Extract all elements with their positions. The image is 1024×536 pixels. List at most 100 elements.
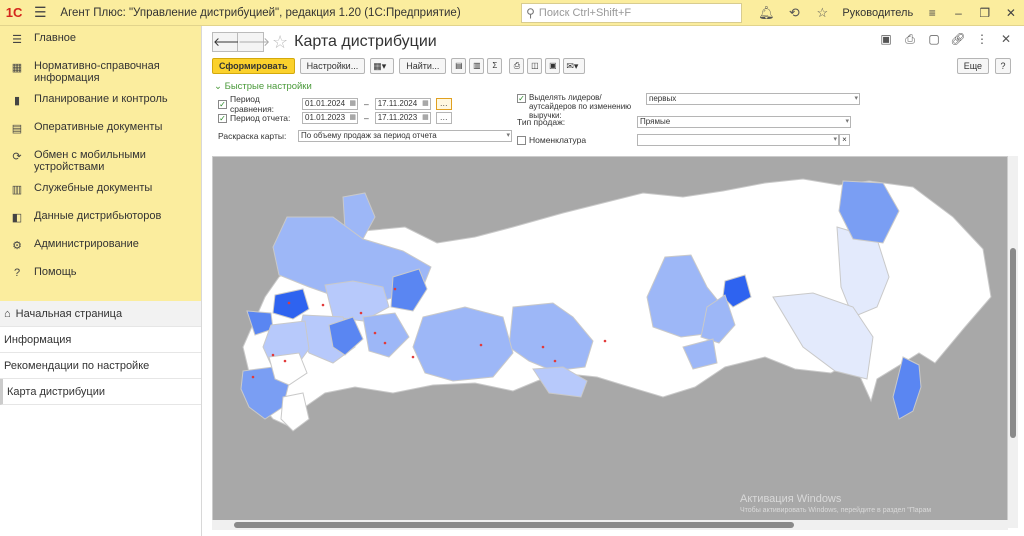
map-marker[interactable]: [287, 301, 291, 305]
map-marker[interactable]: [251, 375, 255, 379]
form-report-button[interactable]: Сформировать: [212, 58, 295, 74]
map-marker[interactable]: [373, 331, 377, 335]
highlight-select[interactable]: первых ▾: [646, 93, 860, 105]
favorite-star-icon[interactable]: ☆: [272, 32, 288, 53]
sum-icon[interactable]: Σ: [487, 58, 503, 74]
scroll-thumb[interactable]: [1010, 248, 1016, 438]
map-marker[interactable]: [411, 355, 415, 359]
nomenclature-field[interactable]: ▾: [637, 134, 839, 146]
distributors-icon: ◧: [11, 212, 23, 224]
close-form-icon[interactable]: ✕: [994, 32, 1018, 47]
section-operational-docs[interactable]: ▤ Оперативные документы: [0, 117, 201, 145]
table-icon[interactable]: ▤: [451, 58, 467, 74]
section-mobile-exchange[interactable]: ⟳ Обмен с мобильными устройствами: [0, 145, 201, 178]
more-menu-icon[interactable]: ⋮: [970, 32, 994, 47]
preview-button-icon[interactable]: ◫: [527, 58, 543, 74]
section-help[interactable]: ? Помощь: [0, 262, 201, 290]
service-docs-icon: ▥: [11, 184, 23, 196]
report-toolbar: Сформировать Настройки... ▦▾ Найти... ▤ …: [212, 57, 1020, 75]
report-period-row: ✓ Период отчета: 01.01.2023 ▦ – 17.11.20…: [218, 112, 452, 124]
comparison-to-field[interactable]: 17.11.2024 ▦: [374, 98, 431, 110]
link-home-page[interactable]: ⌂ Начальная страница: [0, 301, 201, 327]
nomenclature-clear-icon[interactable]: ×: [839, 134, 850, 146]
section-distributor-data[interactable]: ◧ Данные дистрибьюторов: [0, 206, 201, 234]
report-from-field[interactable]: 01.01.2023 ▦: [302, 112, 358, 124]
map-marker[interactable]: [541, 345, 545, 349]
calendar-icon[interactable]: ▦: [422, 99, 429, 109]
report-form: 🡐 🡒 ☆ Карта дистрибуции ▣ ⎙ ▢ 🔗︎ ⋮ ✕ Сфо…: [208, 26, 1022, 536]
preview-icon[interactable]: ▢: [922, 32, 946, 47]
map-marker[interactable]: [553, 359, 557, 363]
settings-button[interactable]: Настройки...: [299, 58, 366, 74]
more-button[interactable]: Еще: [956, 58, 989, 74]
link-distribution-map[interactable]: Карта дистрибуции: [0, 379, 201, 405]
main-menu-icon[interactable]: ☰: [28, 4, 52, 21]
close-icon[interactable]: ✕: [998, 6, 1024, 20]
map-marker[interactable]: [283, 359, 287, 363]
bell-icon[interactable]: 🔔︎: [752, 5, 780, 21]
scroll-thumb[interactable]: [234, 522, 794, 528]
documents-icon: ▤: [11, 123, 23, 135]
map-marker[interactable]: [383, 341, 387, 345]
map-horizontal-scrollbar[interactable]: [212, 520, 1008, 530]
map-marker[interactable]: [321, 303, 325, 307]
windows-activation-watermark: Активация Windows Чтобы активировать Win…: [740, 493, 932, 514]
comparison-period-checkbox[interactable]: ✓: [218, 99, 227, 109]
pin-icon[interactable]: ▥: [469, 58, 485, 74]
quick-settings-toggle[interactable]: ⌄ Быстрые настройки: [214, 81, 312, 92]
map-marker[interactable]: [359, 311, 363, 315]
help-icon: ?: [13, 267, 21, 279]
settings-menu-icon[interactable]: ≡: [919, 6, 945, 20]
variants-dropdown-button[interactable]: ▦▾: [370, 58, 395, 74]
forward-button[interactable]: 🡒: [238, 32, 270, 52]
section-main[interactable]: ☰ Главное: [0, 28, 201, 56]
map-marker[interactable]: [603, 339, 607, 343]
restore-icon[interactable]: ❐: [972, 6, 998, 20]
report-period-checkbox[interactable]: ✓: [218, 113, 227, 123]
distribution-map[interactable]: [212, 156, 1008, 528]
sale-type-select[interactable]: Прямые ▾: [637, 116, 851, 128]
section-planning[interactable]: ▮ Планирование и контроль: [0, 89, 201, 117]
comparison-period-select-button[interactable]: …: [435, 98, 452, 110]
calendar-icon[interactable]: ▦: [422, 113, 429, 123]
comparison-from-field[interactable]: 01.01.2024 ▦: [302, 98, 358, 110]
favorites-star-icon[interactable]: ☆: [808, 5, 836, 21]
calendar-icon[interactable]: ▦: [349, 99, 356, 109]
history-icon[interactable]: ⟲: [780, 5, 808, 21]
back-button[interactable]: 🡐: [212, 32, 245, 52]
sale-type-row: Тип продаж: Прямые ▾: [517, 116, 851, 128]
report-to-field[interactable]: 17.11.2023 ▦: [374, 112, 431, 124]
title-bar: 1С ☰ Агент Плюс: "Управление дистрибуцие…: [0, 0, 1024, 26]
report-period-select-button[interactable]: …: [435, 112, 452, 124]
open-windows-list: ⌂ Начальная страница Информация Рекоменд…: [0, 301, 201, 405]
map-vertical-scrollbar[interactable]: [1008, 156, 1018, 528]
section-administration[interactable]: ⚙ Администрирование: [0, 234, 201, 262]
sections-panel: ☰ Главное ▦ Нормативно-справочная информ…: [0, 26, 201, 301]
nomenclature-checkbox[interactable]: [517, 135, 526, 145]
russia-map-svg[interactable]: [213, 157, 1008, 528]
print-button-icon[interactable]: ⎙: [509, 58, 525, 74]
link-icon[interactable]: 🔗︎: [946, 32, 970, 47]
print-icon[interactable]: ⎙: [898, 32, 922, 47]
minimize-icon[interactable]: –: [945, 6, 971, 20]
map-marker[interactable]: [479, 343, 483, 347]
section-service-docs[interactable]: ▥ Служебные документы: [0, 178, 201, 206]
calendar-icon[interactable]: ▦: [349, 113, 356, 123]
global-search-input[interactable]: ⚲ Поиск Ctrl+Shift+F: [521, 2, 743, 23]
help-button[interactable]: ?: [995, 58, 1011, 74]
email-dropdown-button[interactable]: ✉▾: [563, 58, 586, 74]
save-button-icon[interactable]: ▣: [545, 58, 561, 74]
link-information[interactable]: Информация: [0, 327, 201, 353]
app-title: Агент Плюс: "Управление дистрибуцией", р…: [60, 6, 461, 19]
chevron-down-icon: ▾: [854, 95, 858, 102]
map-marker[interactable]: [271, 353, 275, 357]
map-region-west-siberia[interactable]: [412, 306, 514, 382]
save-icon[interactable]: ▣: [874, 32, 898, 47]
current-user[interactable]: Руководитель: [842, 7, 913, 19]
section-reference-info[interactable]: ▦ Нормативно-справочная информация: [0, 56, 201, 89]
link-setup-recommendations[interactable]: Рекомендации по настройке: [0, 353, 201, 379]
find-button[interactable]: Найти...: [399, 58, 447, 74]
map-coloring-select[interactable]: По объему продаж за период отчета ▾: [298, 130, 512, 142]
map-marker[interactable]: [393, 287, 397, 291]
highlight-checkbox[interactable]: ✓: [517, 94, 526, 103]
